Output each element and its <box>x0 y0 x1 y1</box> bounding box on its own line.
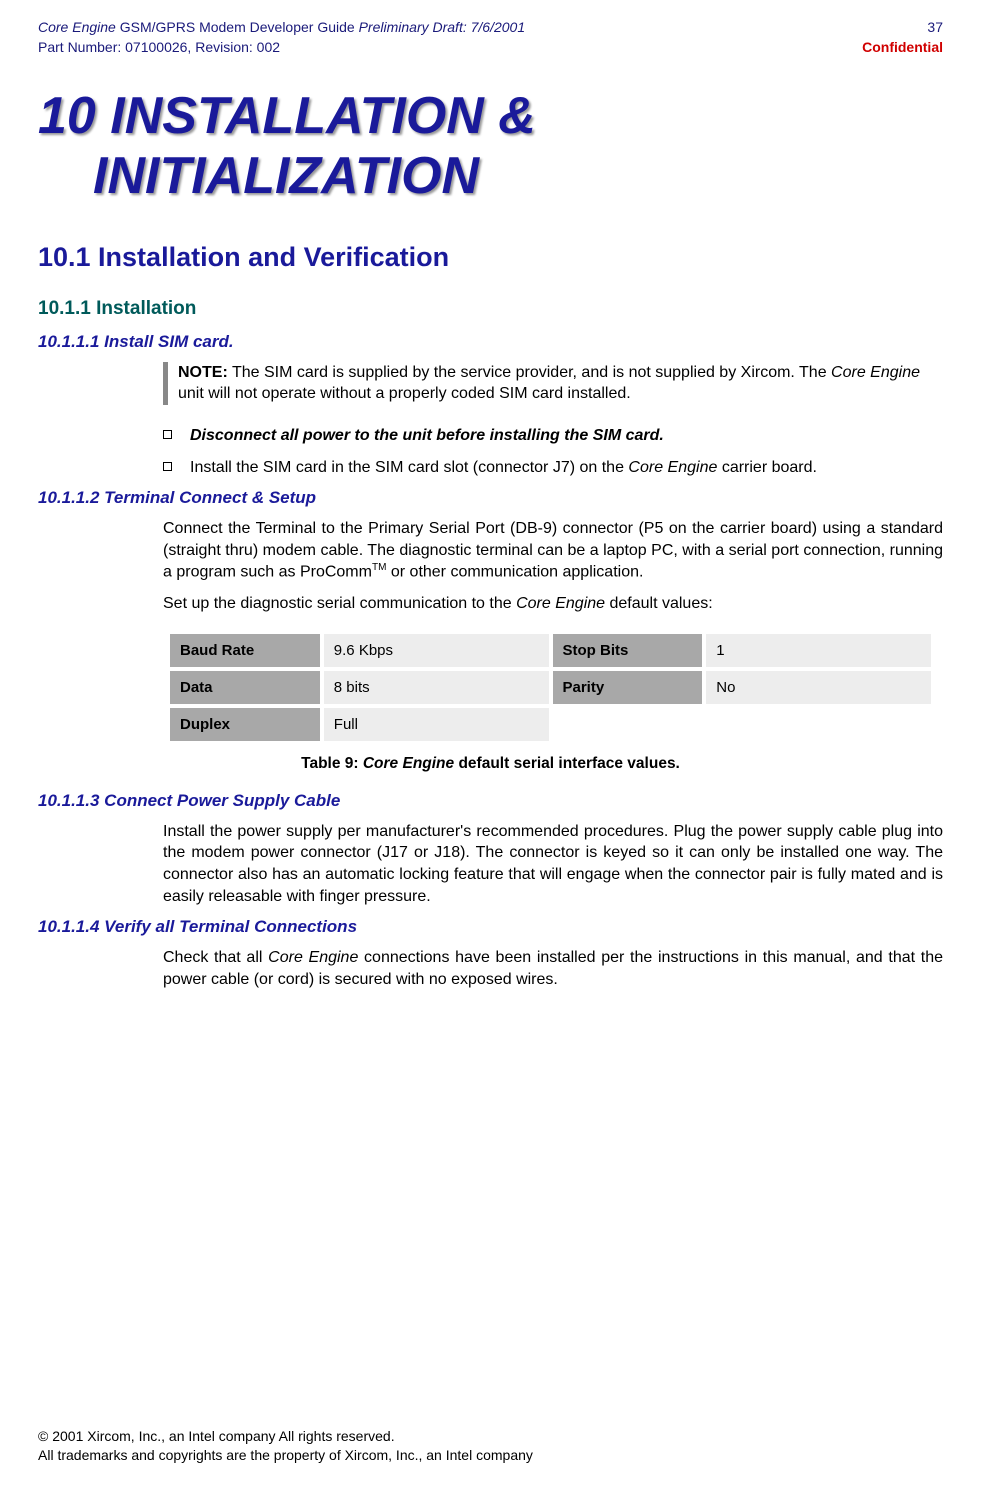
header-title-mid: GSM/GPRS Modem Developer Guide <box>116 19 359 35</box>
bullet-box-icon <box>163 430 172 439</box>
bullet-text-disconnect: Disconnect all power to the unit before … <box>190 425 943 447</box>
terminal-connect-para1: Connect the Terminal to the Primary Seri… <box>163 518 943 583</box>
bullet-box-icon <box>163 462 172 471</box>
cell-data-label: Data <box>170 671 320 704</box>
cell-baud-value: 9.6 Kbps <box>324 634 549 667</box>
note-core-engine: Core Engine <box>831 364 920 381</box>
cell-duplex-value: Full <box>324 708 549 741</box>
footer-line2: All trademarks and copyrights are the pr… <box>38 1446 533 1466</box>
caption-a: Table 9: <box>301 755 363 772</box>
table-row: Duplex Full <box>170 708 931 741</box>
page-number: 37 <box>862 18 943 38</box>
confidential-label: Confidential <box>862 38 943 58</box>
para2-a: Set up the diagnostic serial communicati… <box>163 595 516 612</box>
footer-line1: © 2001 Xircom, Inc., an Intel company Al… <box>38 1427 533 1447</box>
header-right: 37 Confidential <box>862 18 943 57</box>
caption-b: default serial interface values. <box>454 755 680 772</box>
empty-cell <box>706 708 931 741</box>
subsubsection-10-1-1-3: 10.1.1.3 Connect Power Supply Cable <box>38 791 943 811</box>
subsection-heading-10-1-1: 10.1.1 Installation <box>38 298 943 320</box>
header-title-italic2: Preliminary Draft: 7/6/2001 <box>359 19 526 35</box>
bullet2-b: carrier board. <box>717 459 817 476</box>
note-text-1: The SIM card is supplied by the service … <box>228 364 831 381</box>
para-italic: Core Engine <box>268 949 358 966</box>
cell-stopbits-label: Stop Bits <box>553 634 703 667</box>
header-left: Core Engine GSM/GPRS Modem Developer Gui… <box>38 18 525 57</box>
bullet-list-1: Disconnect all power to the unit before … <box>163 425 943 478</box>
cell-parity-label: Parity <box>553 671 703 704</box>
header-part-number: Part Number: 07100026, Revision: 002 <box>38 38 525 58</box>
verify-connections-para: Check that all Core Engine connections h… <box>163 947 943 990</box>
empty-cell <box>553 708 703 741</box>
cell-parity-value: No <box>706 671 931 704</box>
trademark-symbol: TM <box>372 562 386 573</box>
heading-line2: INITIALIZATION <box>38 147 943 207</box>
table-caption: Table 9: Core Engine default serial inte… <box>38 755 943 773</box>
chapter-heading: 10 INSTALLATION & INITIALIZATION <box>38 87 943 207</box>
bullet2-a: Install the SIM card in the SIM card slo… <box>190 459 628 476</box>
header-title-italic1: Core Engine <box>38 19 116 35</box>
defaults-table: Baud Rate 9.6 Kbps Stop Bits 1 Data 8 bi… <box>166 630 935 745</box>
cell-data-value: 8 bits <box>324 671 549 704</box>
table-row: Data 8 bits Parity No <box>170 671 931 704</box>
cell-stopbits-value: 1 <box>706 634 931 667</box>
bullet-item: Install the SIM card in the SIM card slo… <box>163 457 943 479</box>
serial-values-table: Baud Rate 9.6 Kbps Stop Bits 1 Data 8 bi… <box>166 630 935 745</box>
cell-baud-label: Baud Rate <box>170 634 320 667</box>
para-a: Check that all <box>163 949 268 966</box>
para1-b: or other communication application. <box>386 564 643 581</box>
power-supply-para: Install the power supply per manufacture… <box>163 821 943 907</box>
para2-italic: Core Engine <box>516 595 605 612</box>
page-footer: © 2001 Xircom, Inc., an Intel company Al… <box>38 1427 533 1466</box>
bullet2-italic: Core Engine <box>628 459 717 476</box>
subsubsection-10-1-1-1: 10.1.1.1 Install SIM card. <box>38 332 943 352</box>
subsubsection-10-1-1-4: 10.1.1.4 Verify all Terminal Connections <box>38 917 943 937</box>
note-text-2: unit will not operate without a properly… <box>178 385 631 402</box>
heading-line1: 10 INSTALLATION & <box>38 87 536 145</box>
note-label: NOTE: <box>178 364 228 381</box>
table-row: Baud Rate 9.6 Kbps Stop Bits 1 <box>170 634 931 667</box>
page-header: Core Engine GSM/GPRS Modem Developer Gui… <box>38 18 943 57</box>
section-heading-10-1: 10.1 Installation and Verification <box>38 242 943 273</box>
caption-italic: Core Engine <box>363 755 454 772</box>
subsubsection-10-1-1-2: 10.1.1.2 Terminal Connect & Setup <box>38 488 943 508</box>
bullet-item: Disconnect all power to the unit before … <box>163 425 943 447</box>
note-block: NOTE: The SIM card is supplied by the se… <box>163 362 943 405</box>
header-title-line: Core Engine GSM/GPRS Modem Developer Gui… <box>38 18 525 38</box>
bullet-text-install: Install the SIM card in the SIM card slo… <box>190 457 943 479</box>
para2-b: default values: <box>605 595 713 612</box>
terminal-connect-para2: Set up the diagnostic serial communicati… <box>163 593 943 615</box>
cell-duplex-label: Duplex <box>170 708 320 741</box>
